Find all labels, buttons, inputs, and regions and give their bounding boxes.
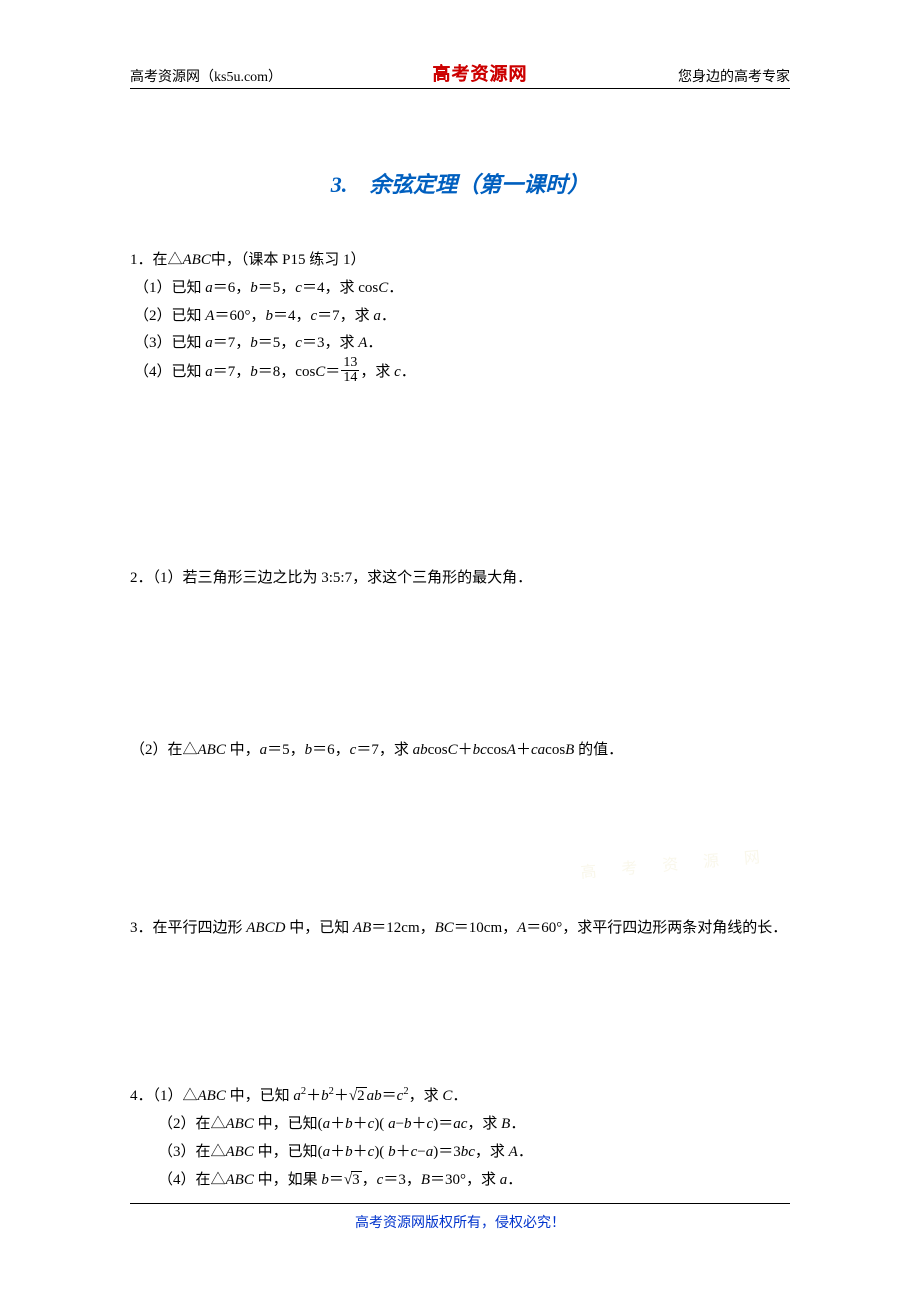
header-right: 您身边的高考专家 <box>678 66 790 86</box>
q4-sub1: 4．（1）△ABC 中，已知 a2＋b2＋√2ab＝c2，求 C． <box>130 1082 790 1111</box>
q4-sub2: （2）在△ABC 中，已知(a＋b＋c)( a−b＋c)＝ac，求 B． <box>130 1111 790 1139</box>
q1-sub3: （3）已知 a＝7，b＝5，c＝3，求 A． <box>130 330 790 358</box>
fraction-13-14: 1314 <box>341 356 359 385</box>
q1-sub1: （1）已知 a＝6，b＝5，c＝4，求 cosC． <box>130 275 790 303</box>
question-1: 1．在△ABC中，（课本 P15 练习 1） （1）已知 a＝6，b＝5，c＝4… <box>130 247 790 387</box>
q1-stem: 1．在△ABC中，（课本 P15 练习 1） <box>130 247 790 275</box>
page-header: 高考资源网（ks5u.com） 高考资源网 您身边的高考专家 <box>130 60 790 89</box>
q1-sub2: （2）已知 A＝60°，b＝4，c＝7，求 a． <box>130 303 790 331</box>
question-4: 4．（1）△ABC 中，已知 a2＋b2＋√2ab＝c2，求 C． （2）在△A… <box>130 1082 790 1194</box>
document-title: 3. 余弦定理（第一课时） <box>130 167 790 199</box>
q4-sub3: （3）在△ABC 中，已知(a＋b＋c)( b＋c−a)＝3bc，求 A． <box>130 1139 790 1167</box>
question-2-2: （2）在△ABC 中，a＝5，b＝6，c＝7，求 abcosC＋bccosA＋c… <box>130 737 790 765</box>
question-3: 3．在平行四边形 ABCD 中，已知 AB＝12cm，BC＝10cm，A＝60°… <box>130 915 790 943</box>
question-2-1: 2．（1）若三角形三边之比为 3:5:7，求这个三角形的最大角． <box>130 565 790 593</box>
header-logo-text: 高考资源网 <box>433 60 528 86</box>
document-body: 1．在△ABC中，（课本 P15 练习 1） （1）已知 a＝6，b＝5，c＝4… <box>130 247 790 1194</box>
page-footer: 高考资源网版权所有，侵权必究！ <box>130 1203 790 1232</box>
q4-sub4: （4）在△ABC 中，如果 b＝√3，c＝3，B＝30°，求 a． <box>130 1167 790 1195</box>
sqrt-3: √3 <box>344 1167 362 1195</box>
q1-sub4: （4）已知 a＝7，b＝8，cosC＝1314，求 c． <box>130 358 790 387</box>
sqrt-2: √2 <box>349 1083 367 1111</box>
header-left: 高考资源网（ks5u.com） <box>130 66 282 86</box>
